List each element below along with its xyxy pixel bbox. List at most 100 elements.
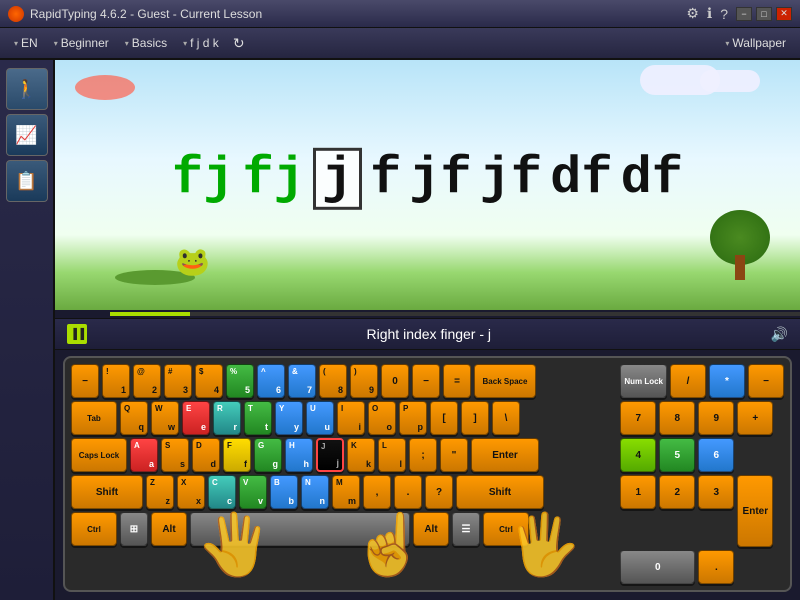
key-g[interactable]: Gg: [254, 438, 282, 472]
tree-decoration: [710, 210, 770, 280]
key-numpad-plus-top[interactable]: +: [737, 401, 773, 435]
key-5[interactable]: %5: [226, 364, 254, 398]
key-9[interactable]: )9: [350, 364, 378, 398]
person-icon: 🚶: [15, 79, 37, 100]
close-button[interactable]: ✕: [776, 7, 792, 21]
key-backslash[interactable]: \: [492, 401, 520, 435]
key-h[interactable]: Hh: [285, 438, 313, 472]
key-b[interactable]: Bb: [270, 475, 298, 509]
key-numpad-2[interactable]: 2: [659, 475, 695, 509]
language-selector[interactable]: ▾ EN: [8, 34, 44, 52]
key-q[interactable]: Qq: [120, 401, 148, 435]
level-selector[interactable]: ▾ Beginner: [48, 34, 115, 52]
key-backspace[interactable]: Back Space: [474, 364, 536, 398]
key-numpad-8[interactable]: 8: [659, 401, 695, 435]
key-period[interactable]: .: [394, 475, 422, 509]
key-numpad-6[interactable]: 6: [698, 438, 734, 472]
key-comma[interactable]: ,: [363, 475, 391, 509]
key-numpad-4[interactable]: 4: [620, 438, 656, 472]
key-tab[interactable]: Tab: [71, 401, 117, 435]
key-ctrl-left[interactable]: Ctrl: [71, 512, 117, 546]
key-x[interactable]: Xx: [177, 475, 205, 509]
key-w[interactable]: Ww: [151, 401, 179, 435]
key-s[interactable]: Ss: [161, 438, 189, 472]
key-numpad-0[interactable]: 0: [620, 550, 695, 584]
key-dash[interactable]: −: [412, 364, 440, 398]
key-j-highlighted[interactable]: Jj: [316, 438, 344, 472]
settings-icon[interactable]: ⚙: [686, 5, 699, 22]
key-0[interactable]: 0: [381, 364, 409, 398]
key-enter[interactable]: Enter: [471, 438, 539, 472]
help-icon[interactable]: ?: [720, 6, 728, 22]
key-equals[interactable]: =: [443, 364, 471, 398]
key-quote[interactable]: ": [440, 438, 468, 472]
info-icon[interactable]: ℹ: [707, 5, 712, 22]
chars-selector[interactable]: ▾ f j d k: [177, 34, 225, 52]
lesson-nav-button[interactable]: 🚶: [6, 68, 48, 110]
key-alt-right[interactable]: Alt: [413, 512, 449, 546]
refresh-button[interactable]: ↻: [229, 35, 249, 52]
char-df-2: df: [621, 153, 683, 205]
key-y[interactable]: Yy: [275, 401, 303, 435]
key-ctrl-right[interactable]: Ctrl: [483, 512, 529, 546]
key-numpad-3[interactable]: 3: [698, 475, 734, 509]
minimize-button[interactable]: −: [736, 7, 752, 21]
key-numpad-enter[interactable]: Enter: [737, 475, 773, 547]
key-numpad-9[interactable]: 9: [698, 401, 734, 435]
docs-nav-button[interactable]: 📋: [6, 160, 48, 202]
key-numpad-minus[interactable]: −: [748, 364, 784, 398]
key-numpad-7[interactable]: 7: [620, 401, 656, 435]
key-v[interactable]: Vv: [239, 475, 267, 509]
key-3[interactable]: #3: [164, 364, 192, 398]
key-t[interactable]: Tt: [244, 401, 272, 435]
key-i[interactable]: Ii: [337, 401, 365, 435]
key-f[interactable]: Ff: [223, 438, 251, 472]
pause-button[interactable]: ▐▐: [67, 324, 87, 344]
key-numpad-5[interactable]: 5: [659, 438, 695, 472]
key-l[interactable]: Ll: [378, 438, 406, 472]
key-numpad-dot[interactable]: .: [698, 550, 734, 584]
key-space[interactable]: [190, 512, 410, 546]
stats-nav-button[interactable]: 📈: [6, 114, 48, 156]
key-slash[interactable]: ?: [425, 475, 453, 509]
content-area: 🐸 fj fj j f jf jf df df ▐▐ Right index: [55, 60, 800, 600]
key-row-asdf: Caps Lock Aa Ss Dd Ff Gg Hh Jj Kk Ll ; ": [71, 438, 604, 472]
key-n[interactable]: Nn: [301, 475, 329, 509]
key-numpad-slash[interactable]: /: [670, 364, 706, 398]
key-e[interactable]: Ee: [182, 401, 210, 435]
key-minus-top[interactable]: −: [71, 364, 99, 398]
lesson-selector[interactable]: ▾ Basics: [119, 34, 173, 52]
key-c[interactable]: Cc: [208, 475, 236, 509]
key-semicolon[interactable]: ;: [409, 438, 437, 472]
key-1[interactable]: !1: [102, 364, 130, 398]
key-capslock[interactable]: Caps Lock: [71, 438, 127, 472]
key-shift-right[interactable]: Shift: [456, 475, 544, 509]
wallpaper-selector[interactable]: ▾ Wallpaper: [719, 34, 792, 52]
key-win-left[interactable]: ⊞: [120, 512, 148, 546]
key-m[interactable]: Mm: [332, 475, 360, 509]
key-4[interactable]: $4: [195, 364, 223, 398]
volume-icon[interactable]: 🔊: [771, 326, 788, 343]
key-shift-left[interactable]: Shift: [71, 475, 143, 509]
window-title: RapidTyping 4.6.2 - Guest - Current Less…: [30, 7, 686, 21]
key-bracket-l[interactable]: [: [430, 401, 458, 435]
key-win-right[interactable]: ☰: [452, 512, 480, 546]
key-o[interactable]: Oo: [368, 401, 396, 435]
key-z[interactable]: Zz: [146, 475, 174, 509]
maximize-button[interactable]: □: [756, 7, 772, 21]
key-8[interactable]: (8: [319, 364, 347, 398]
key-numpad-star[interactable]: *: [709, 364, 745, 398]
key-k[interactable]: Kk: [347, 438, 375, 472]
key-bracket-r[interactable]: ]: [461, 401, 489, 435]
key-u[interactable]: Uu: [306, 401, 334, 435]
key-a[interactable]: Aa: [130, 438, 158, 472]
key-d[interactable]: Dd: [192, 438, 220, 472]
key-6[interactable]: ^6: [257, 364, 285, 398]
key-p[interactable]: Pp: [399, 401, 427, 435]
key-alt-left[interactable]: Alt: [151, 512, 187, 546]
key-2[interactable]: @2: [133, 364, 161, 398]
key-numlock[interactable]: Num Lock: [620, 364, 667, 398]
key-r[interactable]: Rr: [213, 401, 241, 435]
key-numpad-1[interactable]: 1: [620, 475, 656, 509]
key-7[interactable]: &7: [288, 364, 316, 398]
